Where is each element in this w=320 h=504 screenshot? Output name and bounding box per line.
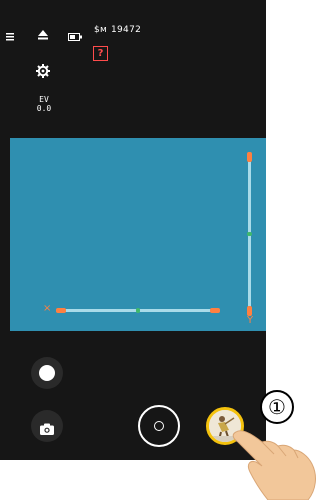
vertical-level-marker: Y — [246, 315, 254, 326]
ev-label: EV — [39, 95, 49, 104]
level-end-right — [210, 308, 220, 313]
level-center-horizontal — [136, 308, 140, 313]
status-bar: $м 19472 — [0, 0, 266, 62]
shutter-icon — [154, 421, 164, 431]
horizontal-level-marker: × — [43, 303, 52, 314]
photo-mode-button[interactable] — [31, 410, 63, 442]
ev-value: 0.0 — [36, 104, 52, 113]
gear-icon[interactable] — [36, 63, 50, 78]
camera-icon — [40, 420, 54, 439]
storage-prefix: $м — [94, 25, 108, 35]
storage-count: 19472 — [111, 25, 142, 35]
shutter-button[interactable] — [138, 405, 180, 447]
level-end-top — [247, 152, 252, 162]
pointing-hand-icon — [228, 420, 320, 501]
horizontal-level-bar — [56, 308, 220, 313]
video-mode-button[interactable] — [31, 357, 63, 389]
record-icon — [39, 365, 55, 381]
warning-badge[interactable]: ? — [93, 46, 108, 61]
step-callout: ① — [260, 390, 294, 424]
level-center-vertical — [247, 232, 252, 236]
menu-icon[interactable] — [6, 26, 14, 41]
camera-app: $м 19472 ? EV 0.0 × Y — [0, 0, 266, 460]
level-end-left — [56, 308, 66, 313]
vertical-level-bar — [247, 152, 252, 316]
ev-control[interactable]: EV 0.0 — [34, 95, 54, 113]
battery-icon — [68, 26, 82, 41]
eject-icon — [38, 25, 48, 40]
